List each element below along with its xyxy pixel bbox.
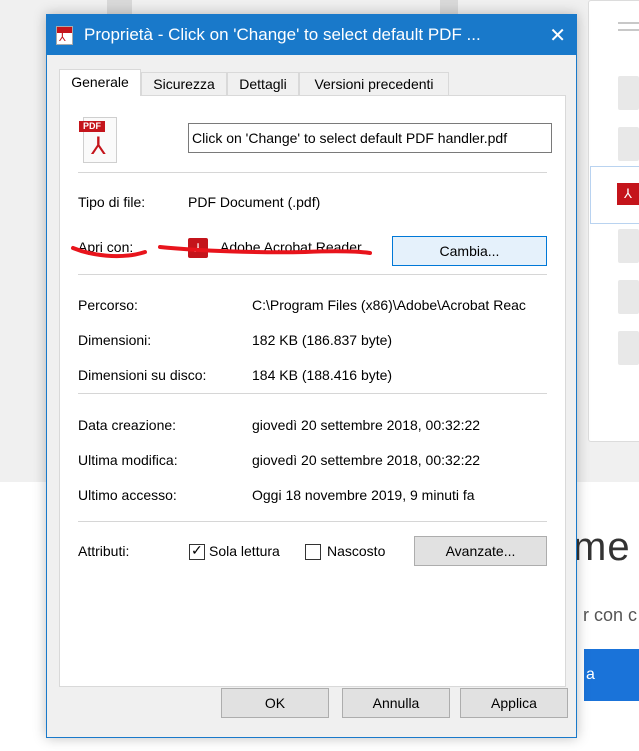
size-on-disk-label: Dimensioni su disco: (78, 367, 207, 383)
path-label: Percorso: (78, 297, 138, 313)
hidden-checkbox[interactable] (305, 544, 321, 560)
background-list-item[interactable] (618, 229, 639, 263)
separator (78, 393, 547, 394)
pdf-file-icon: ⅄ (56, 26, 73, 45)
cancel-button[interactable]: Annulla (342, 688, 450, 718)
modified-value: giovedì 20 settembre 2018, 00:32:22 (252, 452, 481, 468)
file-type-label: Tipo di file: (78, 194, 146, 210)
background-list-item[interactable] (618, 127, 639, 161)
attributes-label: Attributi: (78, 543, 130, 559)
created-value: giovedì 20 settembre 2018, 00:32:22 (252, 417, 481, 433)
background-list-item[interactable] (618, 76, 639, 110)
tab-sicurezza[interactable]: Sicurezza (141, 72, 227, 95)
tab-versioni-precedenti[interactable]: Versioni precedenti (299, 72, 449, 95)
readonly-checkbox[interactable]: ✓ (189, 542, 205, 560)
size-on-disk-value: 184 KB (188.416 byte) (252, 367, 393, 383)
dialog-title: Proprietà - Click on 'Change' to select … (84, 25, 481, 44)
accessed-value: Oggi 18 novembre 2019, 9 minuti fa (252, 487, 475, 503)
opens-with-value: Adobe Acrobat Reader (220, 239, 362, 255)
background-list-item[interactable] (618, 280, 639, 314)
tab-generale[interactable]: Generale (59, 69, 141, 96)
background-selected-item[interactable]: ⅄ (590, 166, 639, 224)
background-button[interactable]: a (584, 649, 639, 701)
background-headline: me (573, 525, 631, 569)
filename-input[interactable]: Click on 'Change' to select default PDF … (188, 123, 552, 153)
hidden-label: Nascosto (327, 543, 386, 559)
size-value: 182 KB (186.837 byte) (252, 332, 393, 348)
background-element (107, 0, 132, 14)
pdf-document-icon: PDF ⅄ (79, 117, 119, 163)
acrobat-icon: ⅄ (188, 238, 208, 258)
menu-icon[interactable] (618, 22, 639, 36)
readonly-label: Sola lettura (209, 543, 280, 559)
created-label: Data creazione: (78, 417, 177, 433)
advanced-button[interactable]: Avanzate... (414, 536, 547, 566)
properties-dialog: ⅄ Proprietà - Click on 'Change' to selec… (46, 14, 577, 738)
opens-with-label: Apri con: (78, 239, 134, 255)
close-button[interactable]: ✕ (549, 23, 566, 48)
accessed-label: Ultimo accesso: (78, 487, 177, 503)
checkmark-icon: ✓ (191, 542, 203, 558)
size-label: Dimensioni: (78, 332, 152, 348)
modified-label: Ultima modifica: (78, 452, 178, 468)
separator (78, 274, 547, 275)
change-button[interactable]: Cambia... (392, 236, 547, 266)
background-element (440, 0, 458, 14)
ok-button[interactable]: OK (221, 688, 329, 718)
general-tab-panel: PDF ⅄ Click on 'Change' to select defaul… (59, 95, 566, 687)
background-subtext: r con c (583, 605, 638, 625)
title-bar[interactable]: ⅄ Proprietà - Click on 'Change' to selec… (47, 15, 576, 55)
separator (78, 172, 547, 173)
pdf-icon: ⅄ (617, 183, 639, 205)
file-type-value: PDF Document (.pdf) (188, 194, 321, 210)
tab-dettagli[interactable]: Dettagli (227, 72, 299, 95)
separator (78, 521, 547, 522)
path-value: C:\Program Files (x86)\Adobe\Acrobat Rea… (252, 297, 526, 313)
background-list-item[interactable] (618, 331, 639, 365)
apply-button[interactable]: Applica (460, 688, 568, 718)
